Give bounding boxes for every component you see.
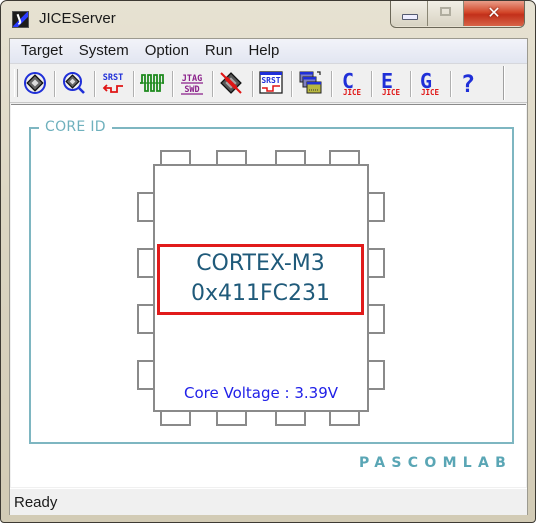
- toolbar-separator: [54, 71, 56, 97]
- jice-label: JICE: [382, 88, 401, 96]
- maximize-button[interactable]: [428, 1, 464, 26]
- chip-pin: [216, 410, 247, 426]
- chip-search-icon: [63, 72, 85, 94]
- toolbar-button-disconnect[interactable]: [216, 69, 246, 97]
- toolbar-separator: [450, 71, 452, 97]
- minimize-icon: [402, 14, 418, 20]
- toolbar-button-srst[interactable]: SRST: [98, 69, 128, 97]
- toolbar-separator: [291, 71, 293, 97]
- toolbar-separator: [252, 71, 254, 97]
- jice-label: JICE: [343, 88, 362, 96]
- toolbar-button-help[interactable]: ?: [453, 69, 483, 97]
- help-glyph: ?: [461, 70, 475, 96]
- toolbar-button-signal[interactable]: [137, 69, 167, 97]
- toolbar-end-separator: [503, 66, 505, 100]
- multi-window-icon: [299, 71, 322, 94]
- menu-system[interactable]: System: [71, 39, 137, 63]
- jtag-swd-icon: JTAG SWD: [181, 74, 203, 95]
- chip-pin: [367, 248, 385, 278]
- c-jice-icon: C JICE: [342, 70, 362, 96]
- menu-target[interactable]: Target: [10, 39, 71, 63]
- chip-pin: [329, 410, 360, 426]
- toolbar-button-g-jice[interactable]: G JICE: [413, 69, 443, 97]
- window-controls: ✕: [390, 1, 525, 28]
- srst-label: SRST: [103, 73, 123, 83]
- chip-target-icon: [24, 72, 46, 94]
- jice-label: JICE: [421, 88, 440, 96]
- toolbar-button-multi[interactable]: [296, 69, 326, 97]
- title-bar[interactable]: JICEServer ✕: [1, 1, 535, 37]
- srst-reset-icon: SRST: [102, 73, 123, 93]
- help-icon: ?: [461, 70, 475, 96]
- toolbar-separator: [410, 71, 412, 97]
- chip-pin: [367, 304, 385, 334]
- core-voltage: Core Voltage : 3.39V: [184, 384, 338, 402]
- brand-logo: PASCOMLAB: [359, 455, 513, 471]
- chip-pin: [367, 360, 385, 390]
- toolbar-button-e-jice[interactable]: E JICE: [374, 69, 404, 97]
- status-bar: Ready: [10, 488, 527, 515]
- toolbar-grip[interactable]: [14, 69, 18, 97]
- chip-disconnect-icon: [220, 72, 242, 94]
- app-window: JICEServer ✕ Target System Option Run He…: [0, 0, 536, 523]
- toolbar-separator: [133, 71, 135, 97]
- core-name: CORTEX-M3: [196, 251, 325, 276]
- toolbar-separator: [172, 71, 174, 97]
- close-button[interactable]: ✕: [464, 1, 524, 26]
- srst-window-label: SRST: [261, 76, 280, 85]
- minimize-button[interactable]: [391, 1, 428, 26]
- menu-help[interactable]: Help: [240, 39, 287, 63]
- core-id-highlight: CORTEX-M3 0x411FC231: [157, 244, 364, 315]
- toolbar-button-c-jice[interactable]: C JICE: [335, 69, 365, 97]
- toolbar-separator: [331, 71, 333, 97]
- toolbar-separator: [94, 71, 96, 97]
- chip-pin: [275, 410, 306, 426]
- core-id-value: 0x411FC231: [190, 281, 330, 306]
- toolbar-separator: [212, 71, 214, 97]
- close-icon: ✕: [487, 3, 501, 22]
- toolbar-separator: [371, 71, 373, 97]
- core-id-label: CORE ID: [39, 119, 112, 135]
- menu-run[interactable]: Run: [197, 39, 241, 63]
- signal-waveform-icon: [140, 74, 164, 92]
- chip-pin: [160, 410, 191, 426]
- toolbar-button-search[interactable]: [59, 69, 89, 97]
- toolbar-button-jtag-swd[interactable]: JTAG SWD: [177, 69, 207, 97]
- toolbar-button-srst-config[interactable]: SRST: [256, 69, 286, 97]
- client-area: Target System Option Run Help SRST JTAG …: [9, 38, 528, 515]
- toolbar-button-connect[interactable]: [20, 69, 50, 97]
- menu-option[interactable]: Option: [137, 39, 197, 63]
- e-jice-icon: E JICE: [381, 70, 401, 96]
- window-title: JICEServer: [39, 10, 116, 27]
- main-panel: CORE ID CORTEX-M3 0x411FC231 Core Voltag…: [11, 104, 526, 487]
- g-jice-icon: G JICE: [420, 70, 440, 96]
- srst-window-icon: SRST: [259, 71, 283, 94]
- menu-bar: Target System Option Run Help: [10, 39, 527, 64]
- toolbar: SRST JTAG SWD SRST C JICE E JICE G JICE …: [10, 64, 527, 103]
- status-text: Ready: [14, 494, 58, 511]
- app-logo-icon: [12, 11, 29, 28]
- chip-pin: [367, 192, 385, 222]
- maximize-icon: [440, 7, 451, 16]
